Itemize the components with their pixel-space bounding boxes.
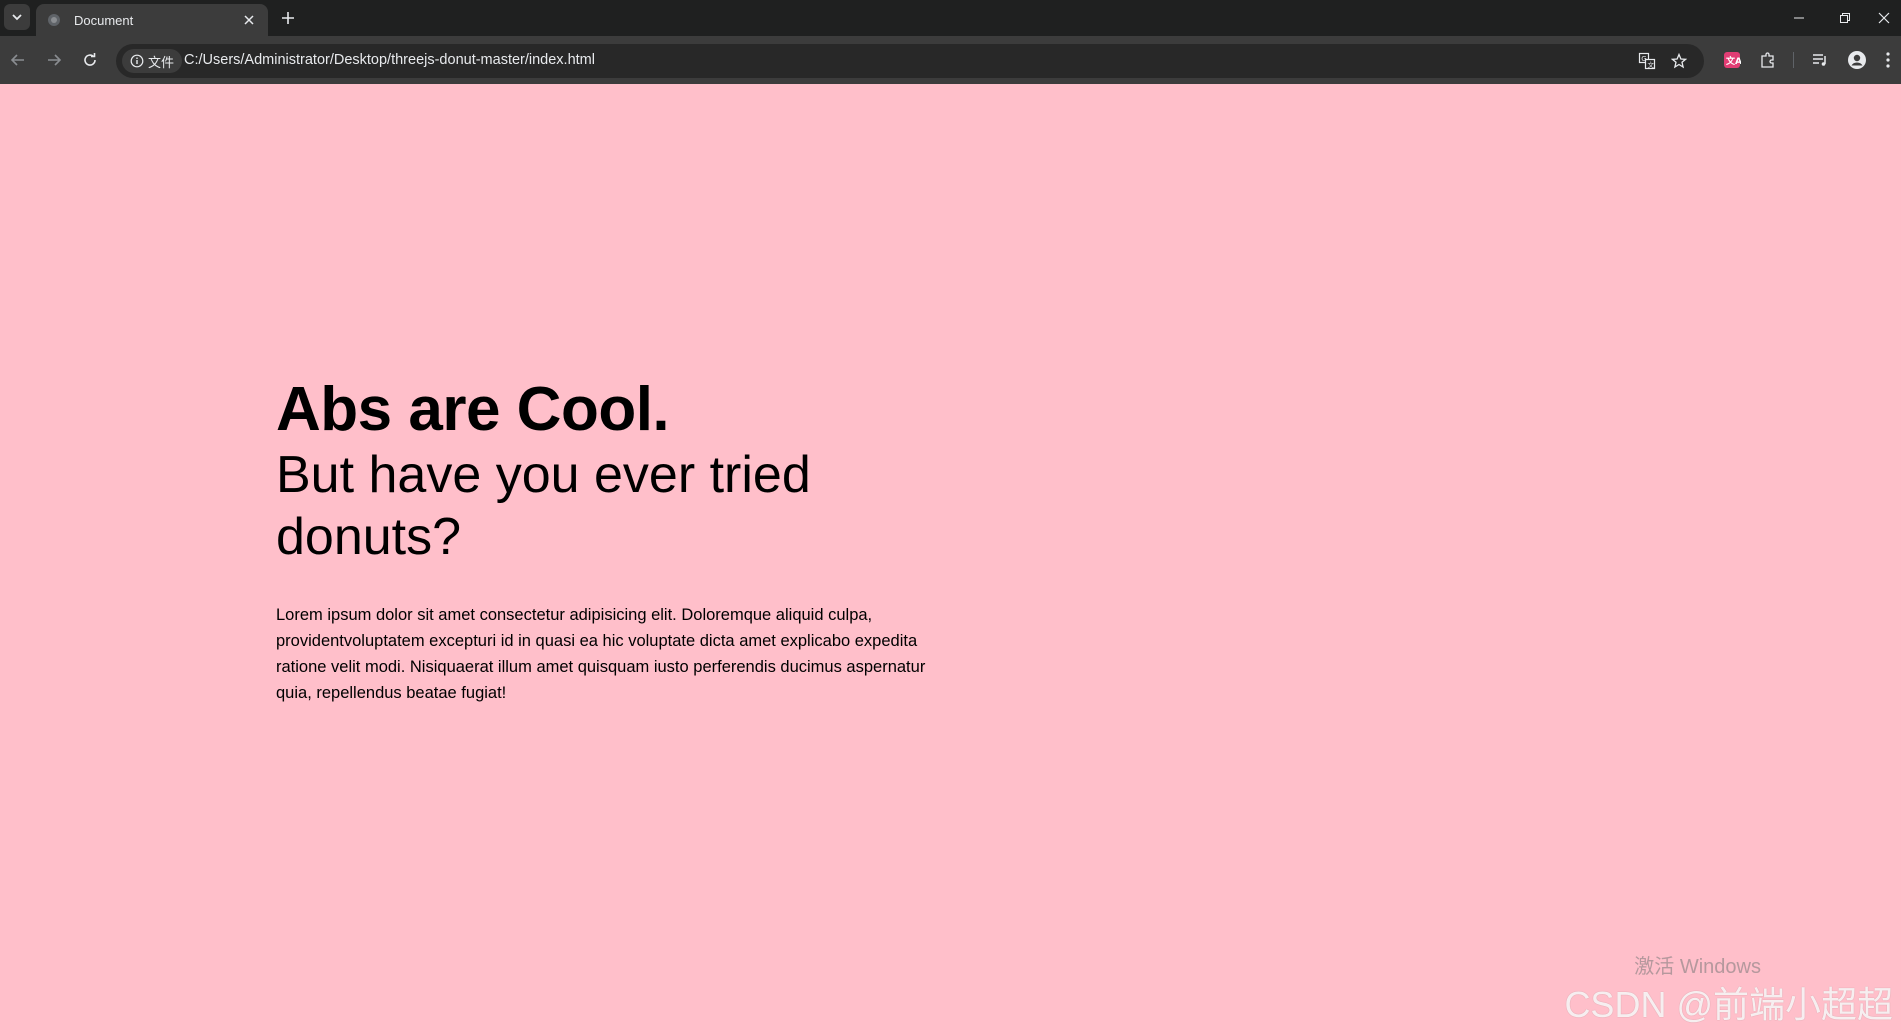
close-window-button[interactable] <box>1866 0 1901 36</box>
tab-strip: Document <box>0 0 1901 36</box>
extension-app-button[interactable]: 文A <box>1720 48 1744 72</box>
minimize-button[interactable] <box>1776 0 1822 36</box>
info-icon <box>130 54 144 68</box>
arrow-left-icon <box>10 54 24 66</box>
restore-button[interactable] <box>1822 0 1868 36</box>
tab-document[interactable]: Document <box>36 4 268 36</box>
media-button[interactable] <box>1808 48 1832 72</box>
browser-toolbar: 文件 C:/Users/Administrator/Desktop/threej… <box>0 36 1901 84</box>
media-icon <box>1813 54 1826 66</box>
close-window-icon <box>1878 12 1889 24</box>
puzzle-icon <box>1761 52 1774 68</box>
plus-icon <box>282 12 294 24</box>
extensions-button[interactable] <box>1756 48 1780 72</box>
tab-list-button[interactable] <box>4 4 30 30</box>
profile-icon <box>1848 51 1866 69</box>
translate-icon: G 文 <box>1638 52 1656 70</box>
minimize-icon <box>1794 17 1804 19</box>
reload-icon <box>84 53 96 66</box>
chevron-down-icon <box>12 14 22 21</box>
site-info-label: 文件 <box>148 54 175 70</box>
url-text[interactable]: C:/Users/Administrator/Desktop/threejs-d… <box>184 52 595 68</box>
translate-button[interactable]: G 文 <box>1636 50 1658 72</box>
kebab-menu-icon <box>1886 52 1890 68</box>
restore-icon <box>1840 13 1850 23</box>
star-icon <box>1671 53 1687 69</box>
bookmark-button[interactable] <box>1668 50 1690 72</box>
forward-button[interactable] <box>40 46 68 74</box>
site-info-button[interactable]: 文件 <box>122 49 183 73</box>
extension-app-icon: 文A <box>1724 52 1741 68</box>
globe-icon <box>46 12 62 28</box>
menu-button[interactable] <box>1880 48 1896 72</box>
reload-button[interactable] <box>76 46 104 74</box>
hero-title: Abs are Cool. <box>276 375 670 444</box>
close-icon[interactable] <box>240 11 258 29</box>
new-tab-button[interactable] <box>276 6 300 30</box>
csdn-watermark: CSDN @前端小超超 <box>1564 984 1893 1025</box>
hero-section: Abs are Cool. But have you ever tried do… <box>276 374 956 706</box>
back-button[interactable] <box>4 46 32 74</box>
address-bar[interactable]: 文件 C:/Users/Administrator/Desktop/threej… <box>116 44 1704 78</box>
tab-title: Document <box>74 12 134 28</box>
svg-text:文A: 文A <box>1725 55 1741 67</box>
arrow-right-icon <box>48 54 62 66</box>
profile-button[interactable] <box>1845 48 1869 72</box>
page-viewport: Abs are Cool. But have you ever tried do… <box>0 84 1901 1030</box>
windows-activation-watermark: 激活 Windows <box>1634 956 1761 978</box>
hero-body-text: Lorem ipsum dolor sit amet consectetur a… <box>276 606 926 702</box>
svg-text:G: G <box>1641 55 1646 63</box>
toolbar-divider <box>1793 52 1794 68</box>
hero-subtitle: But have you ever tried donuts? <box>276 446 811 566</box>
svg-text:文: 文 <box>1648 60 1655 69</box>
